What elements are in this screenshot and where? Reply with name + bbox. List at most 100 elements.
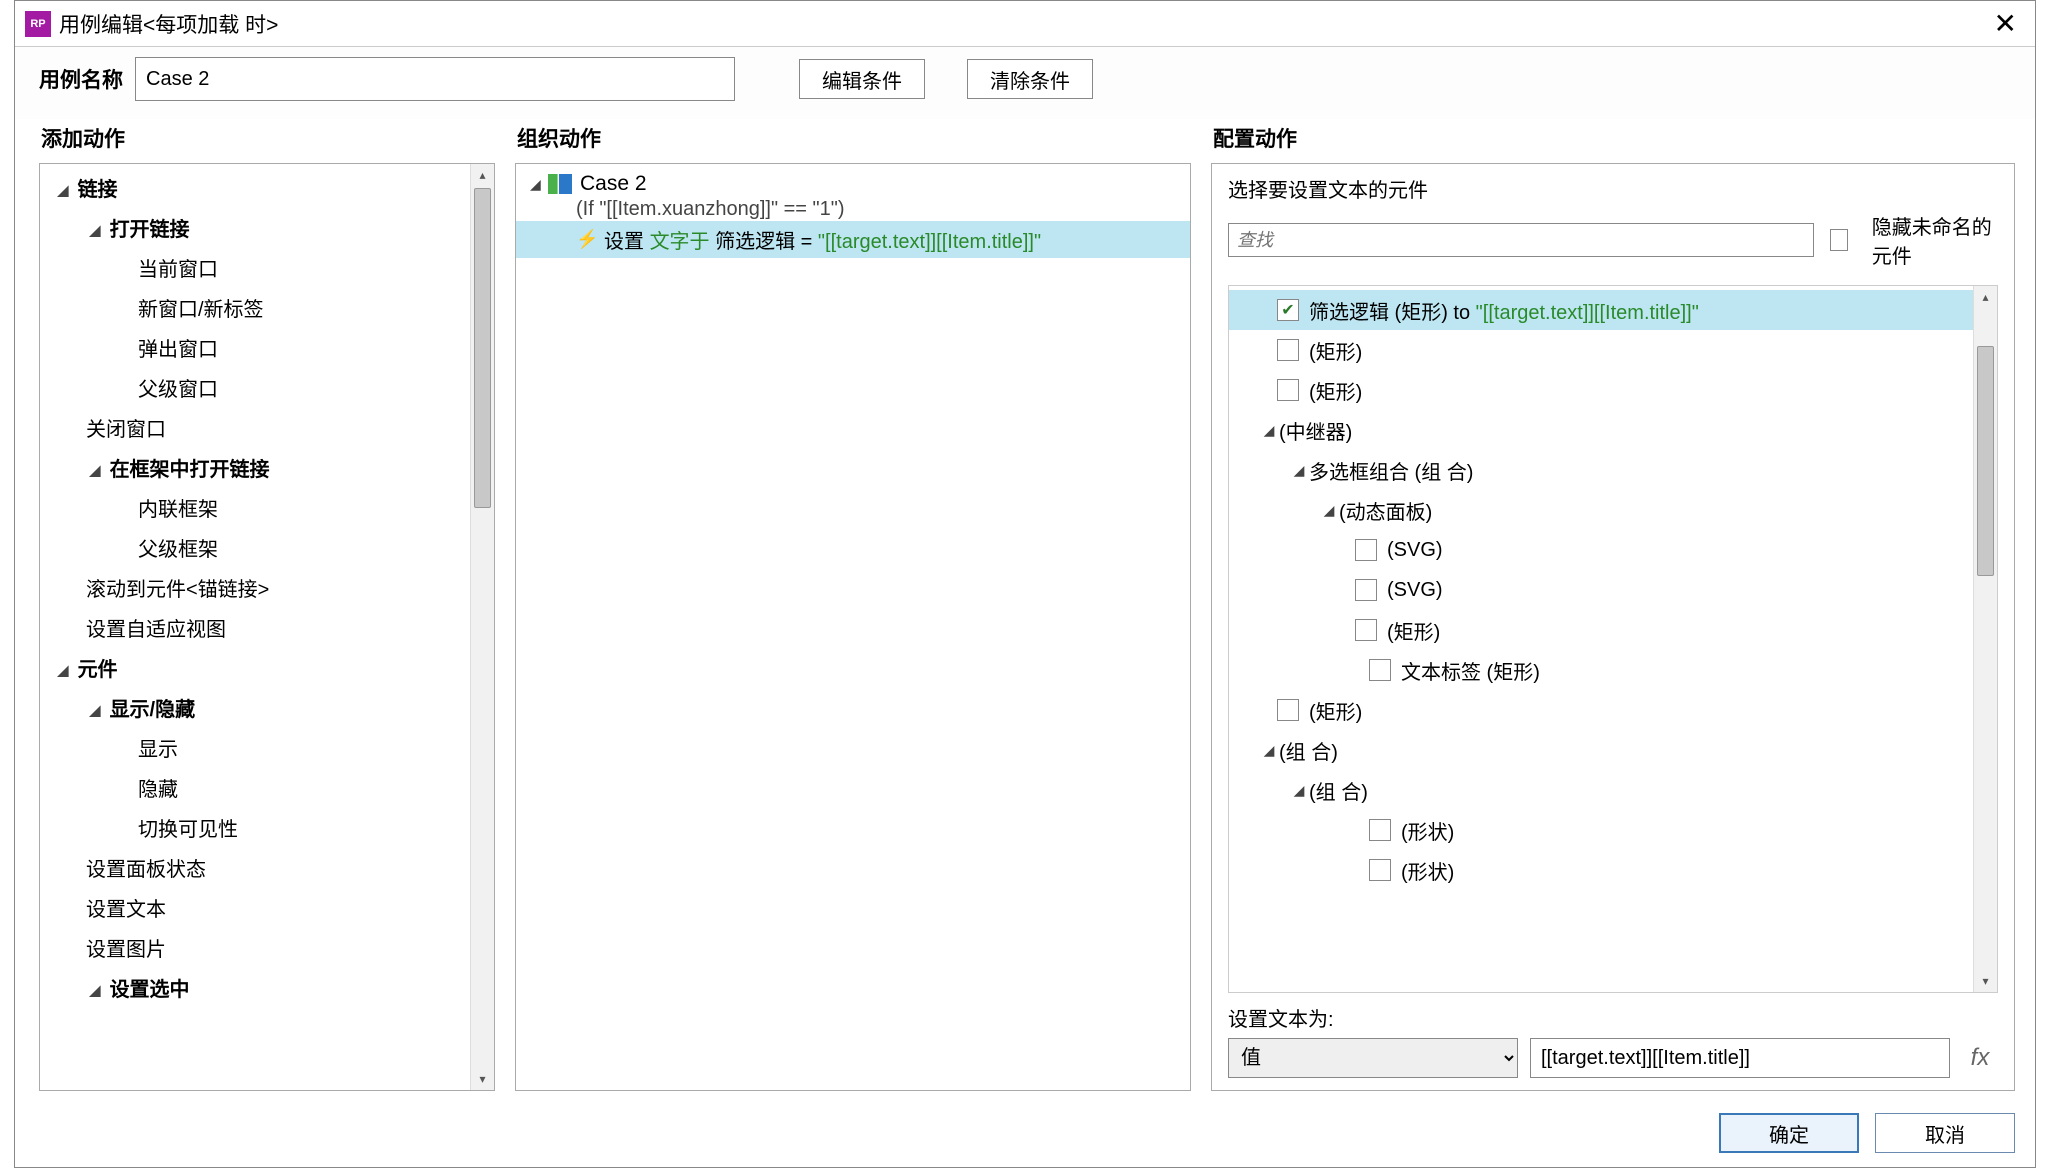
tree-toggle-visible[interactable]: 切换可见性	[46, 810, 494, 850]
widget-group-2[interactable]: ◢(组 合)	[1229, 770, 1997, 810]
set-text-label: 设置文本为:	[1228, 1003, 1998, 1032]
scroll-up-icon[interactable]: ▴	[1974, 286, 1997, 308]
cancel-button[interactable]: 取消	[1875, 1113, 2015, 1153]
tree-show[interactable]: 显示	[46, 730, 494, 770]
chevron-down-icon[interactable]: ◢	[54, 170, 72, 210]
tree-set-panel-state[interactable]: 设置面板状态	[46, 850, 494, 890]
chevron-down-icon[interactable]: ◢	[1289, 782, 1309, 799]
tree-parent-frame[interactable]: 父级框架	[46, 530, 494, 570]
tree-link[interactable]: ◢ 链接	[46, 170, 494, 210]
tree-hide[interactable]: 隐藏	[46, 770, 494, 810]
tree-open-link[interactable]: ◢ 打开链接	[46, 210, 494, 250]
checkbox-icon[interactable]	[1355, 619, 1377, 641]
widget-svg-2[interactable]: (SVG)	[1229, 570, 1997, 610]
scroll-thumb[interactable]	[474, 188, 491, 508]
case-name-label: Case 2	[580, 172, 647, 196]
widget-rect-4[interactable]: (矩形)	[1229, 690, 1997, 730]
tree-show-hide[interactable]: ◢ 显示/隐藏	[46, 690, 494, 730]
case-name-input[interactable]	[135, 57, 735, 101]
widget-repeater[interactable]: ◢(中继器)	[1229, 410, 1997, 450]
columns: 添加动作 ◢ 链接 ◢ 打开链接 当前窗口 新窗口/新标签 弹出窗口 父级窗口 …	[15, 119, 2035, 1103]
widget-group-1[interactable]: ◢(组 合)	[1229, 730, 1997, 770]
col-config-action: 配置动作 选择要设置文本的元件 隐藏未命名的元件 筛选逻辑 (矩形) to "[…	[1211, 119, 2015, 1091]
bolt-icon: ⚡	[576, 229, 596, 250]
scroll-down-icon[interactable]: ▾	[471, 1068, 494, 1090]
case-condition: (If "[[Item.xuanzhong]]" == "1")	[516, 198, 1190, 221]
window-title: 用例编辑<每项加载 时>	[59, 9, 1986, 39]
tree-inline-frame[interactable]: 内联框架	[46, 490, 494, 530]
widget-rect-2[interactable]: (矩形)	[1229, 370, 1997, 410]
checkbox-icon[interactable]	[1277, 299, 1299, 321]
checkbox-icon[interactable]	[1369, 819, 1391, 841]
col3-body: 选择要设置文本的元件 隐藏未命名的元件 筛选逻辑 (矩形) to "[[targ…	[1211, 163, 2015, 1091]
widget-tree: 筛选逻辑 (矩形) to "[[target.text]][[Item.titl…	[1228, 285, 1998, 993]
chevron-down-icon[interactable]: ◢	[86, 970, 104, 1010]
ok-button[interactable]: 确定	[1719, 1113, 1859, 1153]
top-row: 用例名称 编辑条件 清除条件	[15, 46, 2035, 119]
checkbox-icon[interactable]	[1355, 539, 1377, 561]
widget-svg-1[interactable]: (SVG)	[1229, 530, 1997, 570]
chevron-down-icon[interactable]: ◢	[1289, 462, 1309, 479]
chevron-down-icon[interactable]: ◢	[1319, 502, 1339, 519]
col1-scrollbar[interactable]: ▴ ▾	[470, 164, 494, 1090]
tree-current-window[interactable]: 当前窗口	[46, 250, 494, 290]
chevron-down-icon[interactable]: ◢	[86, 450, 104, 490]
widget-rect-1[interactable]: (矩形)	[1229, 330, 1997, 370]
app-icon: RP	[25, 11, 51, 37]
tree-widget[interactable]: ◢ 元件	[46, 650, 494, 690]
checkbox-icon[interactable]	[1369, 859, 1391, 881]
checkbox-icon[interactable]	[1369, 659, 1391, 681]
widget-dynamic-panel[interactable]: ◢(动态面板)	[1229, 490, 1997, 530]
tree-new-window[interactable]: 新窗口/新标签	[46, 290, 494, 330]
edit-condition-button[interactable]: 编辑条件	[799, 59, 925, 99]
tree-set-selected[interactable]: ◢ 设置选中	[46, 970, 494, 1010]
widget-checkbox-group[interactable]: ◢多选框组合 (组 合)	[1229, 450, 1997, 490]
scroll-up-icon[interactable]: ▴	[471, 164, 494, 186]
scroll-down-icon[interactable]: ▾	[1974, 970, 1997, 992]
checkbox-icon[interactable]	[1277, 699, 1299, 721]
search-input[interactable]	[1228, 223, 1814, 257]
widget-text-label[interactable]: ◢文本标签 (矩形)	[1229, 650, 1997, 690]
checkbox-icon[interactable]	[1277, 379, 1299, 401]
checkbox-icon[interactable]	[1355, 579, 1377, 601]
cfg-top: 选择要设置文本的元件 隐藏未命名的元件	[1212, 164, 2014, 279]
fx-button[interactable]: fx	[1962, 1038, 1998, 1078]
chevron-down-icon[interactable]: ◢	[1259, 422, 1279, 439]
chevron-down-icon[interactable]: ◢	[530, 176, 548, 193]
col2-header: 组织动作	[515, 119, 1191, 163]
value-type-select[interactable]: 值	[1228, 1038, 1518, 1078]
widget-shape-1[interactable]: ◢(形状)	[1229, 810, 1997, 850]
action-row[interactable]: ⚡ 设置 文字于 筛选逻辑 = "[[target.text]][[Item.t…	[516, 221, 1190, 258]
cfg-scrollbar[interactable]: ▴ ▾	[1973, 286, 1997, 992]
widget-shape-2[interactable]: ◢(形状)	[1229, 850, 1997, 890]
value-input[interactable]	[1530, 1038, 1950, 1078]
tree-scroll-to-anchor[interactable]: 滚动到元件<锚链接>	[46, 570, 494, 610]
chevron-down-icon[interactable]: ◢	[1259, 742, 1279, 759]
cfg-bottom: 设置文本为: 值 fx	[1212, 1003, 2014, 1090]
tree-set-image[interactable]: 设置图片	[46, 930, 494, 970]
clear-condition-button[interactable]: 清除条件	[967, 59, 1093, 99]
chevron-down-icon[interactable]: ◢	[54, 650, 72, 690]
widget-filter-logic[interactable]: 筛选逻辑 (矩形) to "[[target.text]][[Item.titl…	[1229, 290, 1997, 330]
case-icon	[548, 174, 572, 194]
tree-popup[interactable]: 弹出窗口	[46, 330, 494, 370]
checkbox-icon[interactable]	[1277, 339, 1299, 361]
col2-body: ◢ Case 2 (If "[[Item.xuanzhong]]" == "1"…	[515, 163, 1191, 1091]
titlebar: RP 用例编辑<每项加载 时> ✕	[15, 1, 2035, 46]
hide-unnamed-checkbox[interactable]	[1830, 229, 1848, 251]
case-row[interactable]: ◢ Case 2	[516, 170, 1190, 198]
close-button[interactable]: ✕	[1986, 7, 2025, 40]
tree-parent-window[interactable]: 父级窗口	[46, 370, 494, 410]
col-add-action: 添加动作 ◢ 链接 ◢ 打开链接 当前窗口 新窗口/新标签 弹出窗口 父级窗口 …	[39, 119, 495, 1091]
widget-rect-3[interactable]: (矩形)	[1229, 610, 1997, 650]
chevron-down-icon[interactable]: ◢	[86, 210, 104, 250]
hide-unnamed-label: 隐藏未命名的元件	[1872, 211, 1998, 269]
tree-adaptive-view[interactable]: 设置自适应视图	[46, 610, 494, 650]
cfg-title: 选择要设置文本的元件	[1228, 174, 1998, 203]
col-organize-action: 组织动作 ◢ Case 2 (If "[[Item.xuanzhong]]" =…	[515, 119, 1191, 1091]
tree-close-window[interactable]: 关闭窗口	[46, 410, 494, 450]
scroll-thumb[interactable]	[1977, 346, 1994, 576]
chevron-down-icon[interactable]: ◢	[86, 690, 104, 730]
tree-open-in-frame[interactable]: ◢ 在框架中打开链接	[46, 450, 494, 490]
tree-set-text[interactable]: 设置文本	[46, 890, 494, 930]
